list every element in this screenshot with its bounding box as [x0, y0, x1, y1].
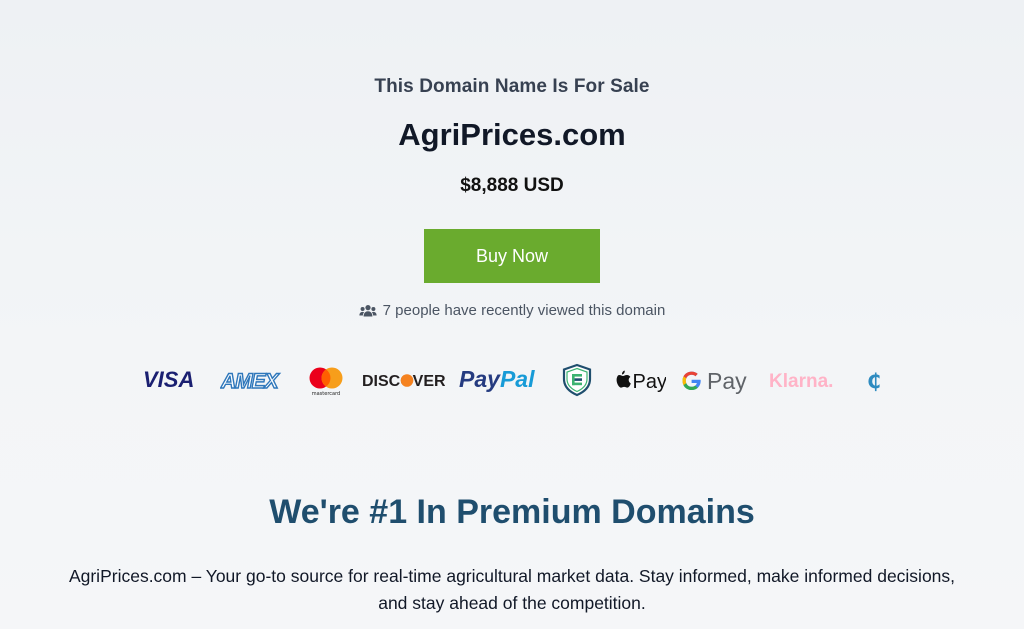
promo-description: AgriPrices.com – Your go-to source for r…: [68, 566, 956, 613]
viewers-text: 7 people have recently viewed this domai…: [382, 302, 666, 319]
payment-methods: VISA AMEX mastercard DISCOVER: [140, 362, 890, 398]
amex-logo: AMEX: [220, 362, 292, 398]
klarna-logo: Klarna.: [768, 362, 850, 398]
escrow-logo: [560, 362, 594, 398]
sale-heading: This Domain Name Is For Sale: [374, 76, 650, 97]
promo-title: We're #1 In Premium Domains: [269, 493, 755, 531]
svg-text:VISA: VISA: [143, 367, 194, 392]
buy-now-button[interactable]: Buy Now: [424, 229, 600, 283]
mastercard-logo: mastercard: [306, 362, 346, 398]
domain-name: AgriPrices.com: [398, 117, 626, 152]
price: $8,888 USD: [460, 175, 564, 196]
crypto-logo: ₵: [864, 362, 890, 398]
users-icon: [359, 304, 377, 318]
google-pay-logo: Pay: [680, 362, 752, 398]
svg-text:Pay: Pay: [633, 371, 667, 393]
svg-text:Klarna.: Klarna.: [769, 371, 833, 392]
domain-sale-page: This Domain Name Is For Sale AgriPrices.…: [0, 0, 1024, 629]
paypal-logo: PayPal: [458, 362, 548, 398]
apple-pay-logo: Pay: [610, 362, 666, 398]
svg-text:₵: ₵: [867, 369, 881, 393]
svg-text:mastercard: mastercard: [312, 391, 340, 397]
svg-text:Pay: Pay: [707, 368, 747, 394]
svg-text:AMEX: AMEX: [220, 370, 281, 393]
discover-logo: DISCOVER: [361, 362, 445, 398]
svg-text:PayPal: PayPal: [459, 366, 535, 392]
recent-viewers: 7 people have recently viewed this domai…: [0, 302, 1024, 319]
visa-logo: VISA: [142, 362, 202, 398]
